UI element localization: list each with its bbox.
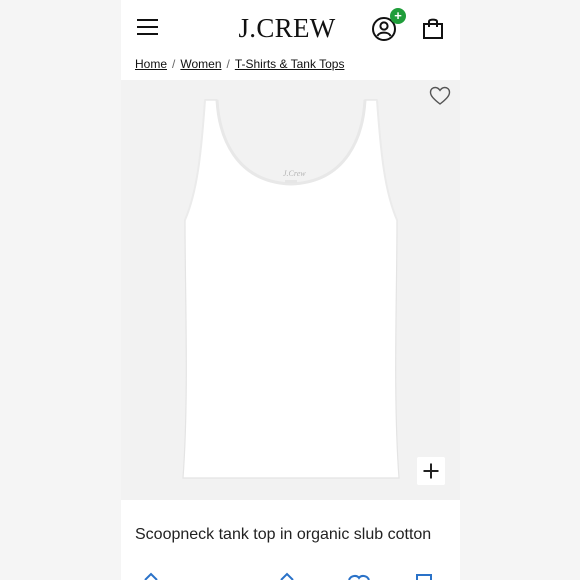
breadcrumb: Home / Women / T-Shirts & Tank Tops [135,57,344,73]
plus-icon[interactable] [417,457,445,485]
breadcrumb-women[interactable]: Women [180,57,221,71]
breadcrumb-separator: / [172,57,176,71]
product-page: J.CREW + Home / Women / T-Shirts & Tank Tops… [121,0,460,580]
product-title: Scoopneck tank top in organic slub cotto… [135,526,432,543]
breadcrumb-tshirts-tank-tops[interactable]: T-Shirts & Tank Tops [235,57,345,71]
site-header: J.CREW + [121,0,460,52]
breadcrumb-home[interactable]: Home [135,57,167,71]
brand-logo[interactable]: J.CREW [231,12,343,44]
bottom-icon-row [144,572,432,580]
account-badge: + [390,8,406,24]
hamburger-menu-icon[interactable] [137,18,159,36]
breadcrumb-separator: / [226,57,230,71]
shopping-bag-icon[interactable] [421,16,445,40]
product-image[interactable]: J.Crew [175,96,407,482]
heart-icon[interactable] [429,86,451,106]
garment-label-text: J.Crew [283,169,306,178]
